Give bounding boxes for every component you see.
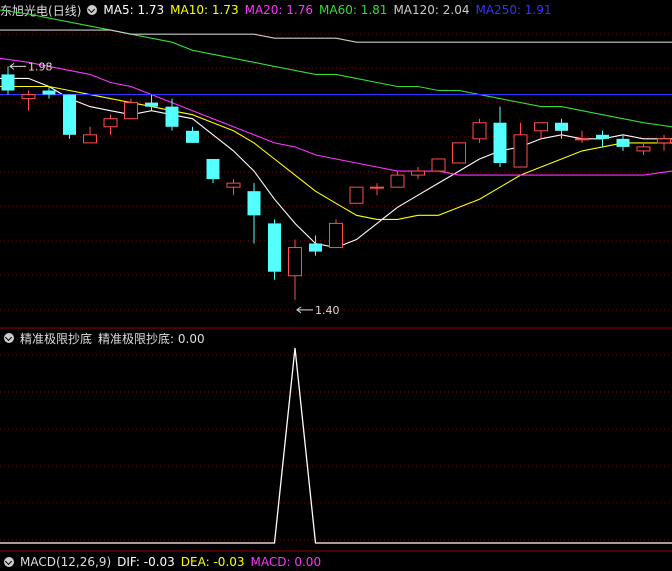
candle-body [534,122,548,132]
candle-body [63,94,76,135]
candle-body [596,134,609,139]
candle-body [186,130,199,143]
candle-body [431,158,446,172]
candle-body [165,106,179,127]
candle-body [145,102,158,107]
candle-body [103,118,118,128]
candle-body [452,142,466,164]
candle-body [616,138,630,147]
ma120-line [0,29,672,43]
candle-body [42,90,56,95]
candle-body [575,138,589,141]
candle-body [124,102,138,120]
candle-body [493,122,507,163]
candle-body [513,134,528,168]
candle-body [329,222,343,249]
ma20-line [0,57,672,176]
candle-body [411,170,425,176]
candle-body [288,247,302,277]
low-price-label: 1.40 [315,304,340,317]
candle-body [390,174,405,188]
high-price-label: 1.98 [28,60,53,73]
candle-body [226,182,241,188]
candle-body [472,122,487,140]
ma10-line [0,85,672,220]
candle-body [21,94,36,100]
candle-body [657,138,671,144]
candle-body [636,146,651,152]
candle-body [83,134,97,144]
candle-body [309,243,322,252]
candle-body [349,186,364,204]
signal-line [0,347,672,544]
candle-body [370,186,384,189]
candle-body [206,158,220,180]
stock-chart[interactable]: 1.98 1.40 [0,0,672,562]
candle-body [555,122,568,131]
candle-body [247,191,261,216]
candle-body [268,223,281,272]
candle-body [1,74,15,91]
